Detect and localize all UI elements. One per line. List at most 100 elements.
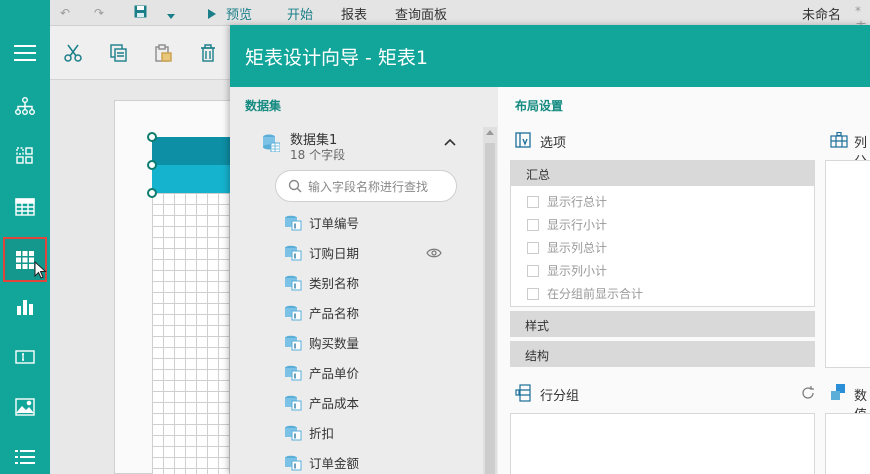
hierarchy-icon[interactable] [0, 86, 50, 126]
components-icon[interactable] [0, 136, 50, 176]
scroll-thumb[interactable] [485, 143, 495, 474]
option-row[interactable]: 显示列总计 [527, 239, 727, 259]
eye-icon[interactable] [426, 247, 442, 261]
field-item[interactable]: 类别名称 [284, 267, 444, 297]
field-item[interactable]: 订单金额 [284, 447, 444, 474]
copy-icon[interactable] [110, 44, 128, 65]
save-dropdown-icon[interactable] [167, 8, 175, 22]
field-item[interactable]: 订单编号 [284, 207, 444, 237]
option-label: 在分组前显示合计 [547, 287, 644, 301]
field-label: 订单编号 [309, 216, 360, 231]
preview-button[interactable]: 预览 [226, 4, 252, 23]
field-label: 购买数量 [309, 336, 360, 351]
values-icon [830, 384, 846, 403]
option-label: 显示行总计 [547, 195, 608, 209]
matrix-header-row-1[interactable] [152, 137, 232, 165]
image-icon[interactable] [0, 387, 50, 427]
delete-icon[interactable] [200, 44, 216, 65]
scroll-up-arrow-icon[interactable] [486, 130, 494, 135]
field-label: 类别名称 [309, 276, 360, 291]
options-label: 选项 [540, 136, 567, 151]
values-drop-area[interactable] [825, 413, 870, 474]
summary-header[interactable]: 汇总 [511, 161, 814, 186]
style-section-header[interactable]: 样式 [510, 311, 815, 337]
field-search-input[interactable] [308, 178, 452, 196]
field-icon [284, 305, 302, 324]
row-group-label: 行分组 [540, 389, 580, 404]
field-label: 订购日期 [309, 246, 360, 261]
option-label: 显示行小计 [547, 218, 608, 232]
columns-icon [830, 131, 848, 151]
field-item[interactable]: 产品名称 [284, 297, 444, 327]
field-label: 产品名称 [309, 306, 360, 321]
field-item[interactable]: 产品成本 [284, 387, 444, 417]
menu-report[interactable]: 报表 [341, 4, 367, 23]
field-search-box[interactable] [275, 170, 457, 202]
checkbox[interactable] [527, 196, 539, 208]
collapse-chevron-icon[interactable] [444, 135, 456, 150]
checkbox[interactable] [527, 288, 539, 300]
hamburger-menu-icon[interactable] [0, 33, 50, 73]
save-icon[interactable] [134, 5, 147, 21]
matrix-button-active[interactable] [3, 237, 47, 282]
top-menu-bar: ↶ ↷ 预览 开始 报表 查询面板 未命名 * 未 [50, 0, 870, 34]
checkbox[interactable] [527, 219, 539, 231]
field-item[interactable]: 订购日期 [284, 237, 444, 267]
resize-handle-top[interactable] [147, 132, 157, 142]
layout-section-title: 布局设置 [515, 99, 564, 113]
structure-section-header[interactable]: 结构 [510, 341, 815, 367]
cut-icon[interactable] [64, 44, 82, 65]
matrix-header-row-2[interactable] [152, 165, 232, 193]
field-list-scrollbar[interactable] [483, 127, 497, 474]
option-row[interactable]: 显示列小计 [527, 262, 727, 282]
rotate-icon[interactable] [800, 385, 816, 404]
option-label: 显示列小计 [547, 264, 608, 278]
redo-icon[interactable]: ↷ [94, 6, 104, 20]
layout-settings-pane: 布局设置 选项 列分 汇总 显示行总计 显示行小计 显示列总计 显示列小计 在分… [498, 87, 870, 474]
dataset-field-count: 18 个字段 [290, 148, 346, 162]
field-label: 产品单价 [309, 366, 360, 381]
mouse-cursor-icon [34, 261, 47, 279]
dataset-icon [262, 134, 281, 155]
checkbox[interactable] [527, 242, 539, 254]
document-name: 未命名 [802, 8, 842, 23]
table-icon[interactable] [0, 187, 50, 227]
bar-chart-icon[interactable] [0, 287, 50, 327]
field-icon [284, 245, 302, 264]
field-icon [284, 395, 302, 414]
field-icon [284, 425, 302, 444]
field-icon [284, 365, 302, 384]
menu-start[interactable]: 开始 [287, 4, 313, 23]
field-item[interactable]: 产品单价 [284, 357, 444, 387]
field-item[interactable]: 折扣 [284, 417, 444, 447]
left-sidebar [0, 0, 50, 474]
row-group-drop-area[interactable] [510, 413, 815, 474]
list-icon[interactable] [0, 437, 50, 474]
checkbox[interactable] [527, 265, 539, 277]
search-icon [288, 179, 302, 196]
textbox-icon[interactable] [0, 337, 50, 377]
option-row[interactable]: 在分组前显示合计 [527, 285, 727, 305]
resize-handle-middle[interactable] [147, 160, 157, 170]
columns-drop-area[interactable] [825, 160, 870, 368]
dataset-section-title: 数据集 [245, 99, 282, 113]
field-icon [284, 455, 302, 474]
option-row[interactable]: 显示行总计 [527, 193, 727, 213]
option-row[interactable]: 显示行小计 [527, 216, 727, 236]
matrix-grid[interactable] [152, 193, 232, 474]
undo-icon[interactable]: ↶ [60, 6, 70, 20]
play-icon [208, 8, 216, 22]
option-label: 显示列总计 [547, 241, 608, 255]
paste-icon[interactable] [154, 44, 172, 65]
field-icon [284, 335, 302, 354]
menu-query-panel[interactable]: 查询面板 [395, 4, 447, 23]
matrix-design-wizard-dialog: 矩表设计向导 - 矩表1 数据集 数据集1 18 个字段 订单编号 订购日期 [230, 25, 870, 474]
field-item[interactable]: 购买数量 [284, 327, 444, 357]
options-panel: 汇总 显示行总计 显示行小计 显示列总计 显示列小计 在分组前显示合计 [510, 160, 815, 307]
field-icon [284, 215, 302, 234]
field-label: 折扣 [309, 426, 335, 441]
row-group-icon [515, 384, 531, 405]
dialog-title: 矩表设计向导 - 矩表1 [230, 25, 870, 87]
field-label: 订单金额 [309, 456, 360, 471]
resize-handle-bottom[interactable] [147, 188, 157, 198]
